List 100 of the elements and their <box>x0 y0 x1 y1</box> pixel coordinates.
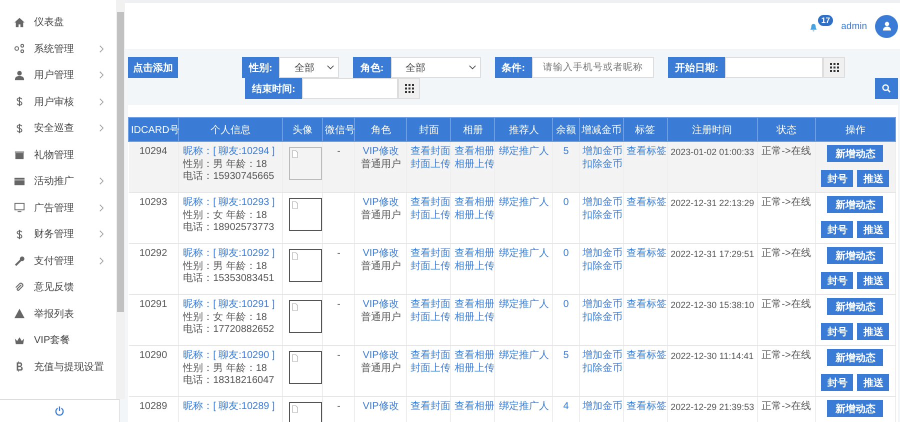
select-field[interactable]: 全部 <box>279 57 340 78</box>
table-row[interactable]: 10289 昵称：[ 聊友:10289 ] - VIP修改 查看封面 查看相册 绑定推广人 4 增加金币 查看标签 2022-12-29 21:39:53 正常->在线 新增动态 <box>128 396 896 422</box>
coins-link[interactable]: 扣除金币 <box>582 158 620 171</box>
push-button[interactable]: 推送 <box>857 221 890 238</box>
table-row[interactable]: 10292 昵称：[ 聊友:10292 ] 性别：男 年龄：18 电话：15353083451 - VIP修改 普通用户 查看封面 封面上传 查看相册 相册上传 绑定推广人 0 增加金币 扣除金币 查看标签 2022-12-31 17:29:51 正常->在线 新增动态 封号 推送 <box>128 244 896 294</box>
coins-link[interactable]: 扣除金币 <box>582 362 620 375</box>
add-button[interactable]: 点击添加 <box>128 57 178 78</box>
date-input[interactable] <box>302 78 398 99</box>
coins-link[interactable]: 增加金币 <box>582 350 620 362</box>
vip-edit-link[interactable]: VIP修改 <box>358 146 404 158</box>
search-input[interactable]: 请输入手机号或者昵称 <box>532 57 654 78</box>
ban-button[interactable]: 封号 <box>821 272 854 289</box>
nickname-link[interactable]: 昵称：[ 聊友:10289 ] <box>183 401 280 414</box>
add-post-button[interactable]: 新增动态 <box>827 247 884 264</box>
menu-item[interactable]: 用户管理 <box>0 62 116 88</box>
search-button[interactable] <box>875 78 898 99</box>
menu-item[interactable]: 意见反馈 <box>0 274 116 300</box>
menu-item[interactable]: 仪表盘 <box>0 9 116 36</box>
menu-item[interactable]: 充值与提现设置 <box>0 354 116 380</box>
ban-button[interactable]: 封号 <box>821 323 854 340</box>
referrer-link[interactable]: 绑定推广人 <box>498 401 550 414</box>
referrer-link[interactable]: 绑定推广人 <box>498 350 550 362</box>
album-link[interactable]: 查看相册 <box>454 146 492 158</box>
add-post-button[interactable]: 新增动态 <box>827 145 884 162</box>
menu-item[interactable]: 支付管理 <box>0 248 116 274</box>
tag-link[interactable]: 查看标签 <box>626 401 664 414</box>
nickname-link[interactable]: 昵称：[ 聊友:10291 ] <box>183 299 280 312</box>
power-icon[interactable] <box>54 406 65 416</box>
balance-link[interactable]: 4 <box>556 401 576 414</box>
vip-edit-link[interactable]: VIP修改 <box>358 248 404 260</box>
coins-link[interactable]: 增加金币 <box>582 401 620 414</box>
menu-item[interactable]: VIP套餐 <box>0 327 116 354</box>
calendar-button[interactable] <box>823 57 846 78</box>
balance-link[interactable]: 5 <box>556 146 576 158</box>
ban-button[interactable]: 封号 <box>821 221 854 238</box>
add-post-button[interactable]: 新增动态 <box>827 400 884 417</box>
push-button[interactable]: 推送 <box>857 374 890 391</box>
calendar-button[interactable] <box>398 78 420 99</box>
menu-item[interactable]: 系统管理 <box>0 36 116 62</box>
tag-link[interactable]: 查看标签 <box>626 248 664 260</box>
push-button[interactable]: 推送 <box>857 323 890 340</box>
coins-link[interactable]: 增加金币 <box>582 197 620 210</box>
select-field[interactable]: 全部 <box>390 57 481 78</box>
bell-icon[interactable] <box>809 22 818 32</box>
date-input[interactable] <box>725 57 824 78</box>
table-row[interactable]: 10293 昵称：[ 聊友:10293 ] 性别：女 年龄：18 电话：18902573773 VIP修改 普通用户 查看封面 封面上传 查看相册 相册上传 绑定推广人 0 增加金币 扣除金币 查看标签 2022-12-31 22:13:29 正常->在线 新增动态 封号 推送 <box>128 192 896 244</box>
coins-link[interactable]: 增加金币 <box>582 299 620 312</box>
album-link[interactable]: 查看相册 <box>454 197 492 210</box>
coins-link[interactable]: 增加金币 <box>582 248 620 260</box>
album-link[interactable]: 查看相册 <box>454 350 492 362</box>
table-row[interactable]: 10291 昵称：[ 聊友:10291 ] 性别：女 年龄：18 电话：17720882652 - VIP修改 普通用户 查看封面 封面上传 查看相册 相册上传 绑定推广人 0 增加金币 扣除金币 查看标签 2022-12-30 15:38:10 正常->在线 新增动态 封号 推送 <box>128 294 896 346</box>
push-button[interactable]: 推送 <box>857 170 890 187</box>
coins-link[interactable]: 扣除金币 <box>582 210 620 222</box>
referrer-link[interactable]: 绑定推广人 <box>498 197 550 210</box>
coins-link[interactable]: 扣除金币 <box>582 260 620 273</box>
cover-link[interactable]: 查看封面 <box>410 197 448 210</box>
referrer-link[interactable]: 绑定推广人 <box>498 299 550 312</box>
menu-item[interactable]: 活动推广 <box>0 168 116 194</box>
menu-item[interactable]: 财务管理 <box>0 221 116 248</box>
menu-item[interactable]: 广告管理 <box>0 194 116 221</box>
coins-link[interactable]: 扣除金币 <box>582 312 620 324</box>
tag-link[interactable]: 查看标签 <box>626 197 664 210</box>
cover-link[interactable]: 查看封面 <box>410 350 448 362</box>
vip-edit-link[interactable]: VIP修改 <box>358 197 404 210</box>
cover-link[interactable]: 查看封面 <box>410 299 448 312</box>
album-link[interactable]: 查看相册 <box>454 248 492 260</box>
album-link[interactable]: 查看相册 <box>454 299 492 312</box>
vip-edit-link[interactable]: VIP修改 <box>358 350 404 362</box>
ban-button[interactable]: 封号 <box>821 374 854 391</box>
menu-item[interactable]: 用户审核 <box>0 88 116 115</box>
menu-item[interactable]: 礼物管理 <box>0 142 116 168</box>
push-button[interactable]: 推送 <box>857 272 890 289</box>
table-row[interactable]: 10294 昵称：[ 聊友:10294 ] 性别：男 年龄：18 电话：15930745665 - VIP修改 普通用户 查看封面 封面上传 查看相册 相册上传 绑定推广人 5 增加金币 扣除金币 查看标签 2023-01-02 01:00:33 正常->在线 新增动态 封号 推送 <box>128 142 896 192</box>
ban-button[interactable]: 封号 <box>821 170 854 187</box>
add-post-button[interactable]: 新增动态 <box>827 349 884 366</box>
balance-link[interactable]: 0 <box>556 299 576 312</box>
tag-link[interactable]: 查看标签 <box>626 299 664 312</box>
cover-link[interactable]: 查看封面 <box>410 146 448 158</box>
balance-link[interactable]: 5 <box>556 350 576 362</box>
vip-edit-link[interactable]: VIP修改 <box>358 401 404 414</box>
username[interactable]: admin <box>841 20 867 32</box>
table-row[interactable]: 10290 昵称：[ 聊友:10290 ] 性别：男 年龄：18 电话：18318216047 - VIP修改 普通用户 查看封面 封面上传 查看相册 相册上传 绑定推广人 5 增加金币 扣除金币 查看标签 2022-12-30 11:14:41 正常->在线 新增动态 封号 推送 <box>128 346 896 396</box>
add-post-button[interactable]: 新增动态 <box>827 196 884 213</box>
nickname-link[interactable]: 昵称：[ 聊友:10293 ] <box>183 197 280 210</box>
tag-link[interactable]: 查看标签 <box>626 350 664 362</box>
album-link[interactable]: 查看相册 <box>454 401 492 414</box>
balance-link[interactable]: 0 <box>556 248 576 260</box>
nickname-link[interactable]: 昵称：[ 聊友:10290 ] <box>183 350 280 362</box>
cover-link[interactable]: 查看封面 <box>410 401 448 414</box>
scrollbar[interactable] <box>116 0 125 399</box>
menu-item[interactable]: 安全巡查 <box>0 115 116 142</box>
add-post-button[interactable]: 新增动态 <box>827 298 884 315</box>
user-avatar[interactable] <box>875 14 898 38</box>
balance-link[interactable]: 0 <box>556 197 576 210</box>
coins-link[interactable]: 增加金币 <box>582 146 620 158</box>
nickname-link[interactable]: 昵称：[ 聊友:10294 ] <box>183 146 280 158</box>
vip-edit-link[interactable]: VIP修改 <box>358 299 404 312</box>
menu-item[interactable]: 举报列表 <box>0 300 116 327</box>
nickname-link[interactable]: 昵称：[ 聊友:10292 ] <box>183 248 280 260</box>
referrer-link[interactable]: 绑定推广人 <box>498 248 550 260</box>
